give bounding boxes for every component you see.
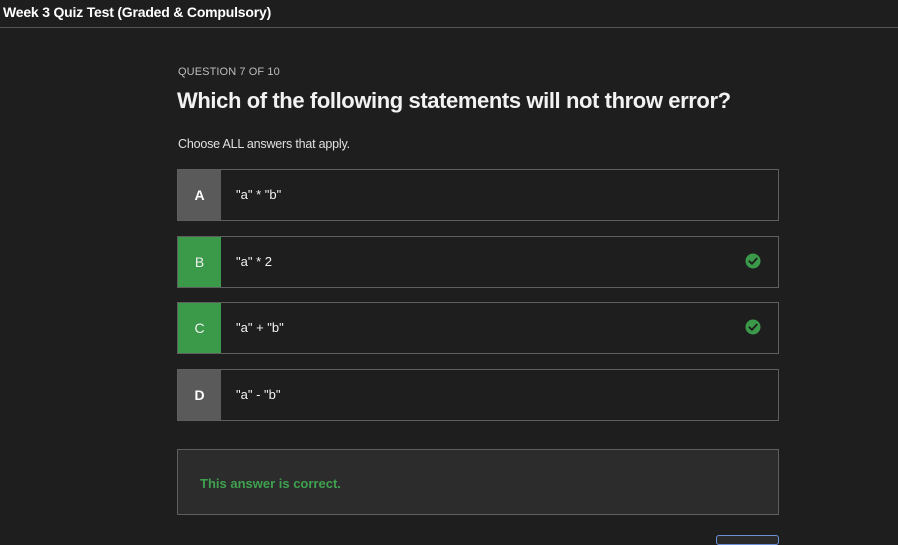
option-text: "a" * 2 (236, 253, 272, 269)
check-circle-icon (745, 319, 761, 335)
question-counter: QUESTION 7 OF 10 (178, 66, 280, 78)
option-text: "a" - "b" (236, 386, 281, 402)
option-d[interactable]: D "a" - "b" (177, 368, 779, 421)
option-c[interactable]: C "a" + "b" (177, 302, 779, 354)
next-button[interactable] (716, 535, 779, 545)
feedback-message: This answer is correct. (200, 476, 341, 491)
option-text: "a" + "b" (236, 320, 284, 335)
question-instruction: Choose ALL answers that apply. (178, 137, 350, 151)
option-a[interactable]: A "a" * "b" (177, 169, 779, 221)
answer-options: A "a" * "b" B "a" * 2 C "a" + "b" D "a" … (177, 169, 779, 435)
quiz-title: Week 3 Quiz Test (Graded & Compulsory) (3, 4, 272, 20)
option-letter: A (178, 170, 221, 220)
check-circle-icon (745, 253, 761, 268)
option-letter: C (178, 303, 221, 353)
option-text: "a" * "b" (236, 187, 282, 202)
top-bar: Week 3 Quiz Test (Graded & Compulsory) (0, 0, 898, 28)
feedback-panel: This answer is correct. (177, 449, 779, 515)
option-b[interactable]: B "a" * 2 (177, 235, 779, 288)
option-letter: B (178, 236, 221, 287)
option-letter: D (178, 369, 221, 420)
question-text: Which of the following statements will n… (177, 88, 731, 113)
